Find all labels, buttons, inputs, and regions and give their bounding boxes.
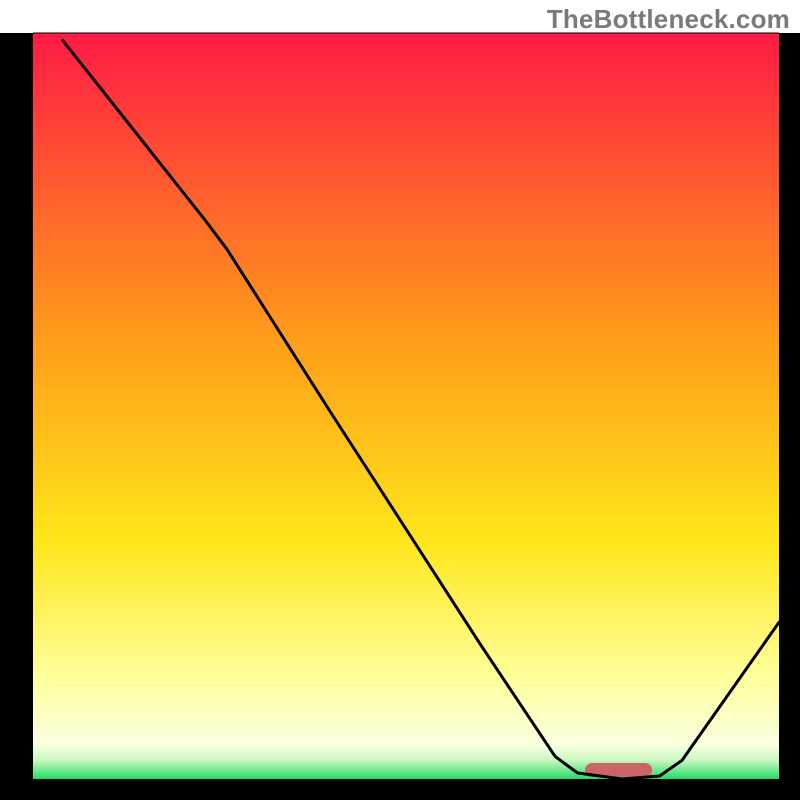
chart-container: TheBottleneck.com: [0, 0, 800, 800]
bottleneck-chart: [0, 0, 800, 800]
axis-bottom: [0, 779, 800, 800]
watermark-label: TheBottleneck.com: [547, 4, 790, 35]
